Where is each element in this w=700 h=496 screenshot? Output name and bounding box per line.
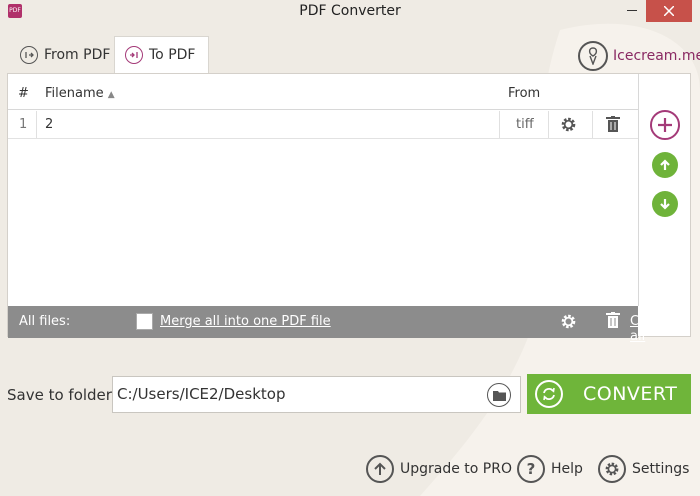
column-index: # <box>18 86 29 101</box>
all-files-bar: All files: Merge all into one PDF file C… <box>8 306 664 344</box>
help-label: Help <box>551 461 583 477</box>
upgrade-label: Upgrade to PRO <box>400 461 512 477</box>
upgrade-button[interactable]: Upgrade to PRO <box>366 455 512 483</box>
trash-icon <box>606 116 620 132</box>
row-index: 1 <box>19 117 28 132</box>
tab-to-pdf[interactable]: To PDF <box>114 36 209 73</box>
settings-button[interactable]: Settings <box>598 455 689 483</box>
folder-icon <box>492 390 506 401</box>
column-filename-label: Filename <box>45 86 104 101</box>
file-list-panel: # Filename ▲ From 1 2 tiff All files: Me… <box>7 73 691 344</box>
move-down-button[interactable] <box>652 191 678 217</box>
arrow-up-circle-icon <box>366 455 394 483</box>
convert-button[interactable]: CONVERT <box>527 374 691 414</box>
refresh-icon <box>535 380 563 408</box>
clear-all-link[interactable]: Clear all <box>630 314 664 344</box>
row-filename: 2 <box>45 117 54 132</box>
gear-icon <box>561 314 576 329</box>
table-row[interactable]: 1 2 tiff <box>8 111 638 139</box>
pdf-in-icon <box>125 46 143 64</box>
settings-label: Settings <box>632 461 690 477</box>
icecream-logo-icon <box>578 41 608 71</box>
add-file-button[interactable] <box>650 110 680 140</box>
row-delete-button[interactable] <box>606 116 620 134</box>
plus-icon <box>658 118 672 132</box>
arrow-down-icon <box>660 199 670 210</box>
browse-folder-button[interactable] <box>487 383 511 407</box>
all-files-label: All files: <box>19 314 71 329</box>
save-folder-field <box>112 376 521 413</box>
column-filename[interactable]: Filename ▲ <box>45 86 115 101</box>
move-up-button[interactable] <box>652 152 678 178</box>
tab-label: From PDF <box>44 46 111 63</box>
file-list[interactable]: # Filename ▲ From 1 2 tiff <box>8 74 639 306</box>
sort-asc-icon: ▲ <box>107 90 115 100</box>
gear-icon <box>598 455 626 483</box>
minimize-button[interactable] <box>614 0 650 22</box>
close-button[interactable] <box>646 0 692 22</box>
row-settings-button[interactable] <box>560 116 577 134</box>
gear-icon <box>561 117 576 132</box>
convert-label: CONVERT <box>583 383 678 405</box>
window-title: PDF Converter <box>299 3 401 19</box>
merge-label[interactable]: Merge all into one PDF file <box>160 314 331 329</box>
question-icon: ? <box>517 455 545 483</box>
close-icon <box>664 6 674 16</box>
save-path-input[interactable] <box>117 385 477 403</box>
brand-link[interactable]: Icecream.me <box>578 41 700 71</box>
help-button[interactable]: ? Help <box>517 455 583 483</box>
clear-all-icon-button[interactable] <box>606 312 620 333</box>
trash-icon <box>606 312 620 328</box>
row-format: tiff <box>516 117 534 132</box>
table-header: # Filename ▲ From <box>8 74 638 110</box>
title-bar: PDF PDF Converter <box>0 0 700 24</box>
tab-label: To PDF <box>149 47 196 63</box>
column-from: From <box>508 86 541 101</box>
arrow-up-icon <box>660 159 670 170</box>
all-files-settings-button[interactable] <box>560 313 577 334</box>
save-folder-label: Save to folder: <box>7 386 117 404</box>
brand-label: Icecream.me <box>613 48 700 64</box>
tab-from-pdf[interactable]: From PDF <box>10 36 120 73</box>
merge-checkbox[interactable] <box>136 313 153 330</box>
pdf-out-icon <box>20 45 38 64</box>
